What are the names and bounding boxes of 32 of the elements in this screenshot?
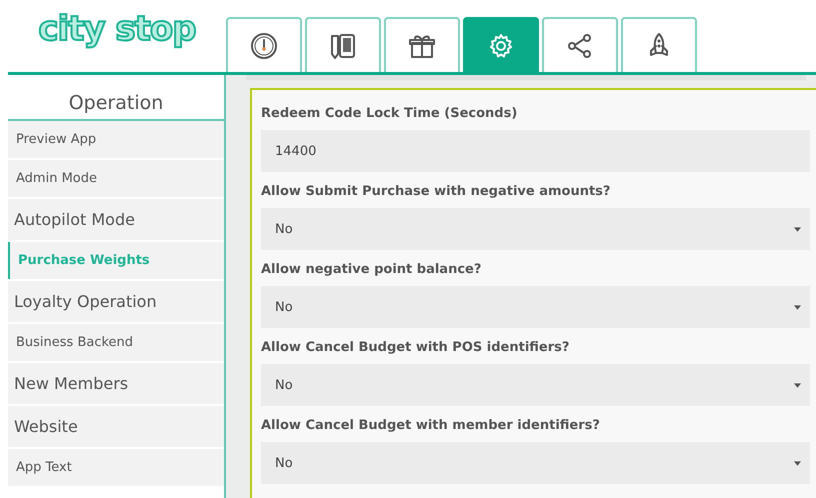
field-label: Allow Cancel Budget with POS identifiers? — [261, 338, 570, 356]
caret-icon — [794, 460, 801, 466]
phone-pencil-icon — [329, 32, 357, 60]
sidebar-item[interactable]: Loyalty Operation — [8, 281, 224, 322]
share-icon — [566, 32, 594, 60]
sidebar-item[interactable]: App Text — [8, 449, 224, 486]
tab[interactable] — [305, 17, 381, 72]
sidebar-item[interactable]: Admin Mode — [8, 160, 224, 197]
dropdown[interactable]: No — [261, 286, 810, 328]
field-label: Allow Submit Purchase with negative amounts? — [261, 182, 612, 200]
gear-icon — [487, 32, 515, 60]
logo: city stop — [38, 8, 196, 50]
sidebar-item[interactable]: Website — [8, 406, 224, 447]
dropdown[interactable]: No — [261, 442, 810, 484]
sidebar-item[interactable]: Business Backend — [8, 324, 224, 361]
input-field[interactable]: 14400 — [261, 130, 810, 172]
sidebar-item[interactable]: Preview App — [8, 121, 224, 158]
gauge-icon — [250, 32, 278, 60]
field-label: Redeem Code Lock Time (Seconds) — [261, 104, 518, 122]
tab[interactable] — [384, 17, 460, 72]
sidebar-item[interactable]: Autopilot Mode — [8, 199, 224, 240]
dropdown[interactable]: No — [261, 208, 810, 250]
tab[interactable] — [621, 17, 697, 72]
field-label: Allow Cancel Budget with member identifiers? — [261, 416, 601, 434]
tab[interactable] — [226, 17, 302, 72]
caret-icon — [794, 226, 801, 232]
field-label: Allow negative point balance? — [261, 260, 482, 278]
sidebar-item[interactable]: New Members — [8, 363, 224, 404]
tab[interactable] — [542, 17, 618, 72]
caret-icon — [794, 304, 801, 310]
dropdown[interactable]: No — [261, 364, 810, 406]
caret-icon — [794, 382, 801, 388]
